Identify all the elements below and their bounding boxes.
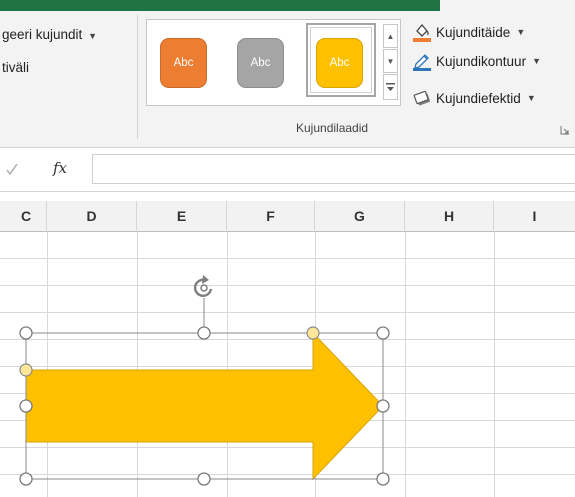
column-header-e[interactable]: E xyxy=(137,201,227,232)
dialog-launcher-icon[interactable] xyxy=(560,125,570,135)
column-header-label: C xyxy=(20,208,32,224)
shape-effects-button[interactable]: Kujundiefektid ▼ xyxy=(412,87,536,109)
shape-style-orange[interactable]: Abc xyxy=(160,38,207,88)
shape-style-gold[interactable]: Abc xyxy=(316,38,363,88)
shape-effects-icon xyxy=(413,90,431,106)
chevron-down-icon: ▼ xyxy=(88,31,97,41)
style-sample-label: Abc xyxy=(173,57,194,69)
align-shapes-button[interactable]: geeri kujundit ▼ xyxy=(2,27,97,42)
rotate-handle[interactable] xyxy=(193,275,213,331)
more-icon xyxy=(386,82,395,91)
style-sample-label: Abc xyxy=(329,57,350,69)
chevron-down-icon: ▼ xyxy=(516,27,526,37)
grid-lines xyxy=(0,232,575,497)
shape-outline-button[interactable]: Kujundikontuur ▼ xyxy=(412,50,541,72)
column-header-label: G xyxy=(354,208,365,224)
pencil-icon xyxy=(413,54,431,71)
column-header-label: F xyxy=(266,208,275,224)
shape-styles-gallery: Abc Abc Abc ▲ ▼ xyxy=(146,19,401,106)
shape-styles-group-label: Kujundilaadid xyxy=(296,121,369,135)
style-sample-label: Abc xyxy=(250,57,271,69)
insert-function-button[interactable]: fx xyxy=(53,159,67,177)
worksheet-grid[interactable] xyxy=(0,232,575,497)
gallery-scroll-up-button[interactable]: ▲ xyxy=(383,24,398,48)
enter-check-icon[interactable] xyxy=(5,162,19,176)
group-divider xyxy=(137,15,138,139)
paint-bucket-icon xyxy=(413,23,431,42)
formula-input[interactable] xyxy=(92,154,575,184)
arrow-shape[interactable] xyxy=(25,331,384,481)
chevron-down-icon: ▼ xyxy=(532,56,541,66)
column-header-g[interactable]: G xyxy=(315,201,405,232)
column-header-label: I xyxy=(532,208,537,224)
chevron-down-icon: ▼ xyxy=(526,93,536,103)
chevron-down-icon: ▼ xyxy=(386,56,395,66)
column-header-f[interactable]: F xyxy=(227,201,315,232)
spacing-button[interactable]: tiväli xyxy=(2,60,29,75)
adjustment-handles[interactable] xyxy=(19,326,320,377)
gallery-more-button[interactable] xyxy=(383,74,398,100)
column-header-label: D xyxy=(86,208,97,224)
formula-bar: fx xyxy=(0,147,575,192)
shape-effects-label: Kujundiefektid xyxy=(436,90,521,106)
column-header-label: H xyxy=(443,208,455,224)
spacing-label: tiväli xyxy=(2,60,30,75)
ribbon-tab-accent xyxy=(0,0,440,11)
shape-fill-button[interactable]: Kujunditäide ▼ xyxy=(412,21,525,43)
gallery-scroll-down-button[interactable]: ▼ xyxy=(383,49,398,73)
shape-style-gray[interactable]: Abc xyxy=(237,38,284,88)
column-header-d[interactable]: D xyxy=(47,201,137,232)
chevron-up-icon: ▲ xyxy=(386,31,395,41)
column-header-c[interactable]: C xyxy=(0,201,47,232)
column-header-i[interactable]: I xyxy=(494,201,575,232)
shape-fill-label: Kujunditäide xyxy=(436,24,511,40)
ribbon: geeri kujundit ▼ tiväli Abc Abc Abc ▲ ▼ xyxy=(0,0,575,147)
column-header-label: E xyxy=(176,208,187,224)
align-shapes-label: geeri kujundit xyxy=(2,27,83,42)
shape-outline-label: Kujundikontuur xyxy=(436,53,527,69)
column-header-h[interactable]: H xyxy=(405,201,494,232)
